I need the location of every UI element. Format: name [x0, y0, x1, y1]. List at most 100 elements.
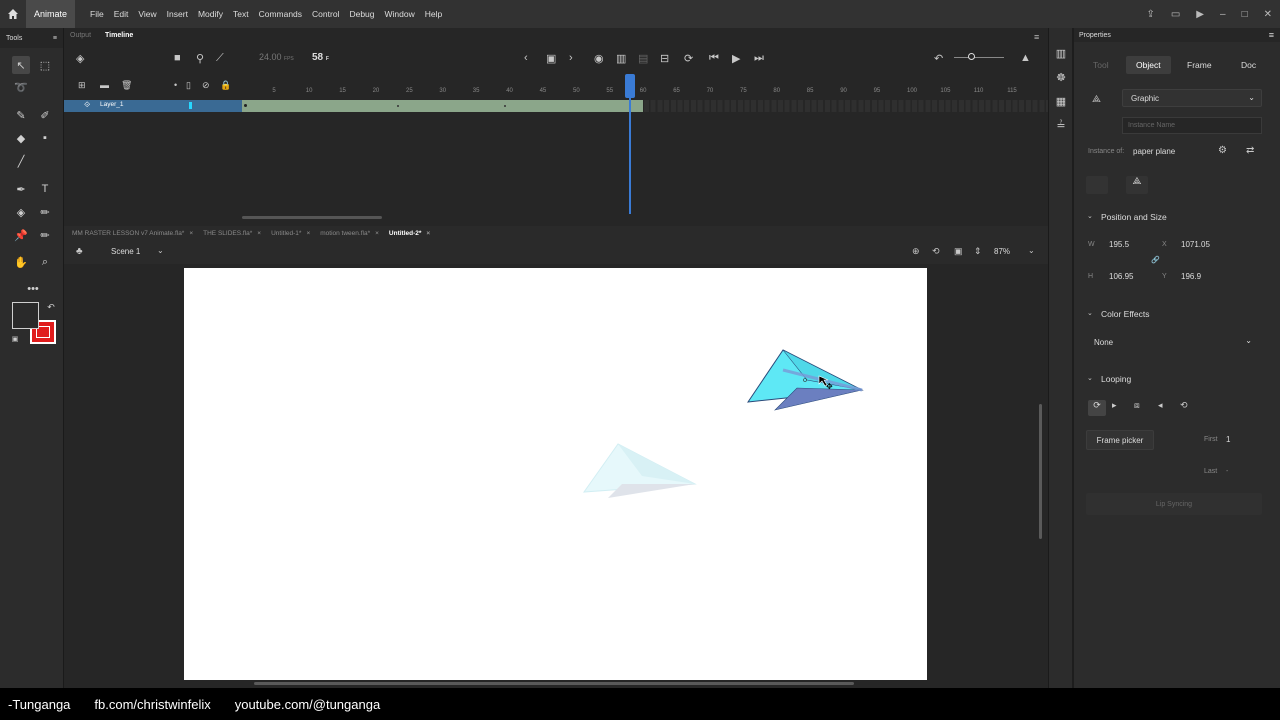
chevron-down-icon[interactable]: ⌄ — [1087, 309, 1093, 317]
layer-row[interactable]: ⟐ Layer_1 — [64, 100, 242, 112]
scene-icon[interactable]: ♣ — [76, 246, 83, 257]
stage[interactable]: ✥ — [184, 268, 927, 680]
lock-proportions-icon[interactable]: 🔗 — [1151, 256, 1160, 264]
instance-name-input[interactable]: Instance Name — [1122, 117, 1262, 134]
menu-edit[interactable]: Edit — [109, 9, 134, 19]
layers-icon[interactable]: ◈ — [76, 52, 84, 65]
panel-menu-icon[interactable]: ≡ — [1269, 30, 1274, 40]
hide-icon[interactable]: ⊘ — [202, 80, 210, 91]
edit-symbol-icon[interactable]: ⚙ — [1218, 145, 1227, 156]
swap-symbol-icon[interactable]: ⇄ — [1246, 145, 1254, 156]
timeline-scrollbar[interactable] — [242, 216, 382, 219]
close-icon[interactable]: × — [426, 230, 430, 237]
play-once-reverse-icon[interactable]: ◂ — [1158, 400, 1163, 411]
loop-icon[interactable]: ⟳ — [684, 52, 693, 65]
graph-icon[interactable]: ⟋ — [216, 52, 224, 65]
lock-icon[interactable]: 🔒 — [220, 80, 231, 91]
symbol-type-dropdown[interactable]: Graphic ⌄ — [1122, 89, 1262, 107]
x-field[interactable]: 1071.05 — [1181, 240, 1210, 249]
home-icon[interactable] — [0, 0, 26, 28]
line-tool-icon[interactable]: ╱ — [12, 152, 30, 170]
position-size-title[interactable]: Position and Size — [1101, 212, 1167, 222]
brush-tool-icon[interactable]: ✐ — [36, 106, 54, 124]
step-back-icon[interactable]: ⏮ — [709, 52, 719, 65]
doc-tab-2[interactable]: THE SLIDES.fla* × — [203, 230, 261, 237]
chevron-down-icon[interactable]: ⌄ — [157, 246, 164, 255]
tab-tool[interactable]: Tool — [1093, 60, 1109, 70]
rectangle-tool-icon[interactable]: ▪ — [36, 129, 54, 147]
pencil-tool-icon[interactable]: ✏ — [36, 226, 54, 244]
swap-colors-icon[interactable]: ↶ — [42, 298, 60, 316]
tab-output[interactable]: Output — [70, 32, 91, 39]
motion-tween-span[interactable] — [242, 100, 643, 112]
default-colors-icon[interactable]: ▣ — [6, 330, 24, 348]
color-effects-title[interactable]: Color Effects — [1101, 309, 1150, 319]
panel-menu-icon[interactable]: ≡ — [53, 35, 57, 42]
insert-frame-icon[interactable]: ⊟ — [660, 52, 669, 65]
menu-insert[interactable]: Insert — [162, 9, 193, 19]
loop-reverse-icon[interactable]: ⟲ — [1180, 400, 1188, 411]
selection-tool-icon[interactable]: ↖ — [12, 56, 30, 74]
minimize-icon[interactable]: – — [1220, 9, 1226, 20]
fps-value[interactable]: 24.00 — [259, 52, 282, 62]
loop-icon[interactable]: ⟳ — [1088, 400, 1106, 416]
share-icon[interactable]: ⇪ — [1146, 9, 1154, 20]
paper-plane-instance[interactable]: ✥ — [747, 348, 865, 416]
pen-tool-icon[interactable]: ✒ — [12, 180, 30, 198]
free-transform-tool-icon[interactable]: ⬚ — [36, 56, 54, 74]
onion-skin-outline-icon[interactable]: ▥ — [616, 52, 626, 65]
menu-file[interactable]: File — [85, 9, 109, 19]
single-frame-icon[interactable]: ⧈ — [1134, 400, 1140, 411]
chevron-left-icon[interactable]: ‹ — [524, 52, 528, 64]
library-icon[interactable]: ▥ — [1052, 44, 1070, 62]
outline-icon[interactable]: ▯ — [186, 80, 191, 91]
center-stage-icon[interactable]: ⊕ — [912, 246, 920, 257]
align-icon[interactable]: ≟ — [1052, 116, 1070, 134]
highlight-icon[interactable]: • — [174, 80, 177, 90]
paint-bucket-tool-icon[interactable]: ◈ — [12, 203, 30, 221]
delete-layer-icon[interactable]: 🗑 — [121, 80, 132, 91]
layer-parenting-icon[interactable]: ⚲ — [196, 52, 204, 65]
stage-vertical-scrollbar[interactable] — [1039, 404, 1042, 539]
keyframe-icon[interactable]: ▣ — [546, 52, 556, 65]
tab-object[interactable]: Object — [1126, 56, 1171, 74]
looping-title[interactable]: Looping — [1101, 374, 1131, 384]
edit-multiple-frames-icon[interactable]: ▤ — [638, 52, 648, 65]
chevron-down-icon[interactable]: ⌄ — [1087, 212, 1093, 220]
mountain-icon[interactable]: ▲ — [1020, 52, 1031, 64]
close-icon[interactable]: ✕ — [1264, 9, 1272, 20]
menu-window[interactable]: Window — [380, 9, 420, 19]
play-once-icon[interactable]: ▸ — [1112, 400, 1117, 411]
last-frame-field[interactable]: - — [1226, 468, 1228, 475]
lip-syncing-button[interactable]: Lip Syncing — [1086, 493, 1262, 515]
new-layer-icon[interactable]: ⊞ — [78, 80, 86, 91]
tab-doc[interactable]: Doc — [1241, 60, 1256, 70]
chevron-right-icon[interactable]: › — [569, 52, 573, 64]
doc-tab-5[interactable]: Untitled-2* × — [389, 230, 430, 237]
doc-tab-1[interactable]: MM RASTER LESSON v7 Animate.fla* × — [72, 230, 193, 237]
pin-tool-icon[interactable]: 📌 — [12, 226, 30, 244]
menu-text[interactable]: Text — [228, 9, 254, 19]
frame-picker-button[interactable]: Frame picker — [1086, 430, 1154, 450]
timeline-zoom-slider[interactable] — [954, 57, 1004, 58]
clip-stage-icon[interactable]: ▣ — [954, 246, 963, 257]
undo-icon[interactable]: ↶ — [934, 52, 943, 65]
menu-commands[interactable]: Commands — [254, 9, 307, 19]
close-icon[interactable]: × — [189, 230, 193, 237]
eraser-tool-icon[interactable]: ◆ — [12, 129, 30, 147]
graphic-options-icon[interactable] — [1086, 176, 1108, 194]
paper-plane-ghost[interactable] — [582, 440, 698, 506]
timeline-menu-icon[interactable]: ≡ — [1034, 32, 1039, 42]
y-field[interactable]: 196.9 — [1181, 272, 1201, 281]
menu-debug[interactable]: Debug — [344, 9, 379, 19]
close-icon[interactable]: × — [257, 230, 261, 237]
chevron-down-icon[interactable]: ⌄ — [1028, 246, 1035, 255]
onion-skin-icon[interactable]: ◉ — [594, 52, 604, 65]
chevron-down-icon[interactable]: ⌄ — [1087, 374, 1093, 382]
menu-control[interactable]: Control — [307, 9, 344, 19]
zoom-value[interactable]: 87% — [994, 247, 1010, 256]
frame-ruler[interactable]: 5 10 15 20 25 30 35 40 45 50 55 60 65 70 75 80 85 90 95 100… — [242, 86, 1048, 98]
step-forward-icon[interactable]: ⏭ — [754, 52, 764, 65]
tab-frame[interactable]: Frame — [1187, 60, 1212, 70]
zoom-stepper-icon[interactable]: ⇕ — [974, 246, 982, 257]
